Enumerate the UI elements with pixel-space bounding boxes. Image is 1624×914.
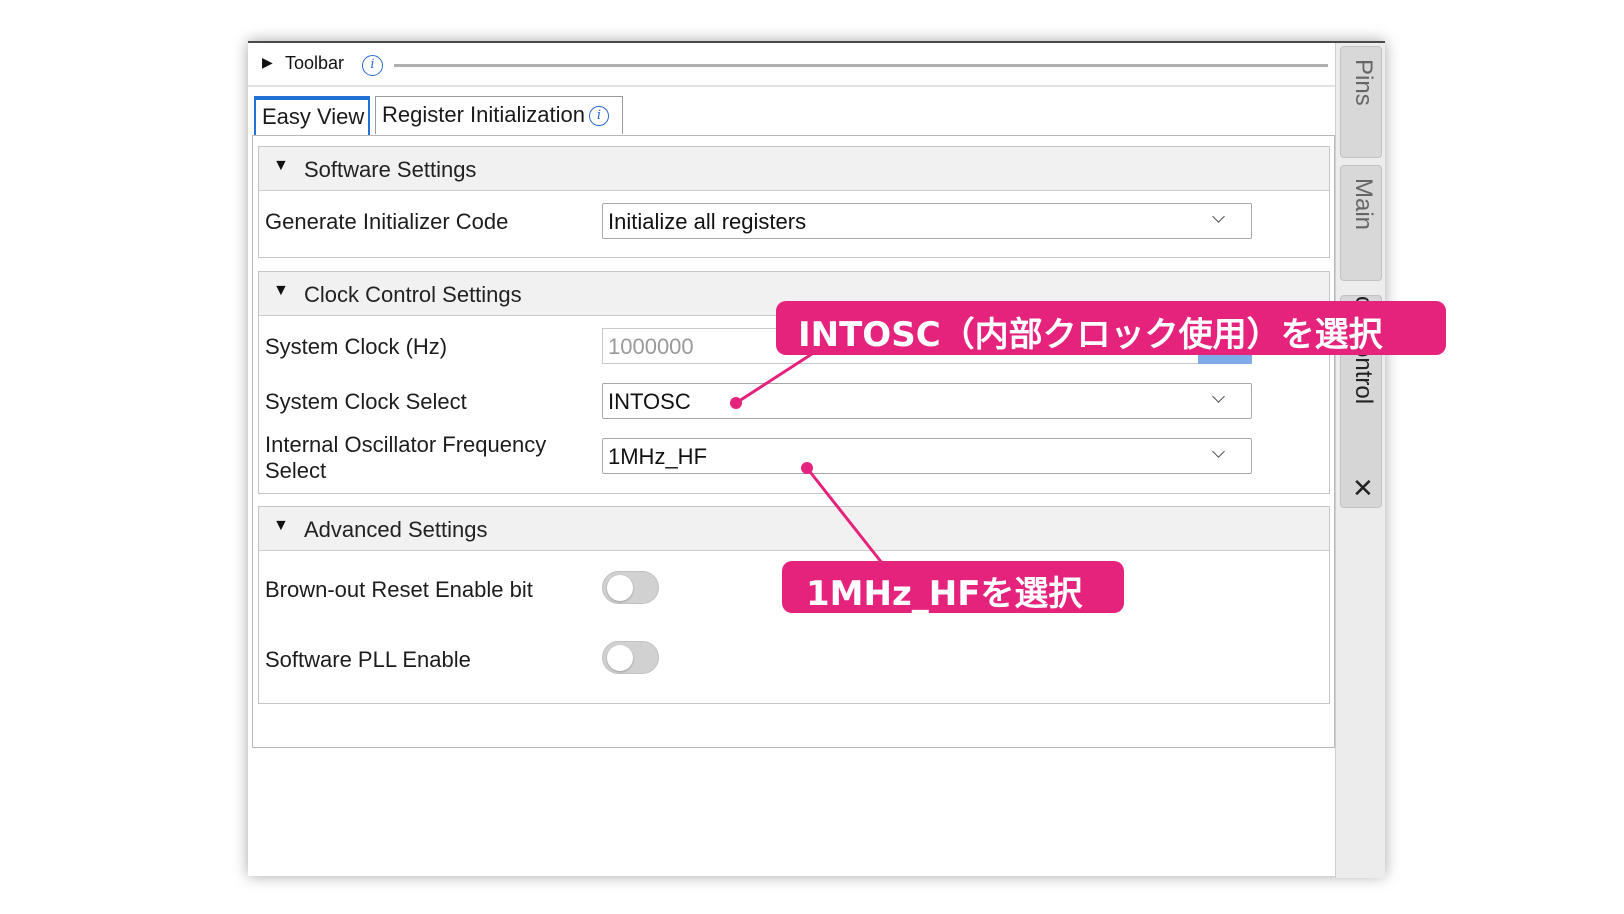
- section-title: Advanced Settings: [304, 517, 488, 542]
- side-panel-tabs: Pins Main ck Control ✕: [1335, 43, 1385, 878]
- side-tab-main[interactable]: Main: [1340, 165, 1382, 281]
- expand-triangle-icon[interactable]: ▶: [262, 54, 273, 71]
- software-settings-section: ▼ Software Settings Generate Initializer…: [258, 146, 1330, 258]
- section-header[interactable]: ▼ Advanced Settings: [259, 507, 1329, 551]
- close-icon[interactable]: ✕: [1352, 473, 1374, 504]
- easy-view-panel: ▼ Software Settings Generate Initializer…: [252, 135, 1335, 748]
- select-value: INTOSC: [608, 389, 691, 414]
- chevron-down-icon: [1212, 210, 1225, 223]
- info-icon[interactable]: i: [588, 106, 609, 126]
- toolbar-row: ▶ Toolbar i: [248, 43, 1335, 85]
- select-value: 1MHz_HF: [608, 444, 708, 469]
- internal-oscillator-frequency-select-label: Internal Oscillator Frequency Select: [265, 432, 547, 483]
- generate-initializer-code-select[interactable]: Initialize all registers: [602, 203, 1252, 239]
- software-pll-enable-toggle[interactable]: [602, 641, 659, 674]
- toggle-knob: [607, 575, 633, 601]
- generate-initializer-code-label: Generate Initializer Code: [265, 209, 509, 234]
- side-tab-pins[interactable]: Pins: [1340, 46, 1382, 158]
- chevron-down-icon: [1212, 445, 1225, 458]
- annotation-callout-1mhz: 1MHz_HFを選択: [782, 561, 1124, 614]
- collapse-triangle-icon[interactable]: ▼: [273, 282, 289, 300]
- section-header[interactable]: ▼ Software Settings: [259, 147, 1329, 191]
- toolbar-label[interactable]: Toolbar: [285, 53, 344, 74]
- select-value: Initialize all registers: [608, 209, 807, 234]
- collapse-triangle-icon[interactable]: ▼: [273, 517, 289, 535]
- brown-out-reset-toggle[interactable]: [602, 571, 659, 604]
- system-clock-hz-label: System Clock (Hz): [265, 334, 448, 359]
- tab-label: Register Initialization: [382, 102, 585, 127]
- collapse-triangle-icon[interactable]: ▼: [273, 157, 289, 175]
- system-clock-select[interactable]: INTOSC: [602, 383, 1252, 419]
- toggle-knob: [607, 645, 633, 671]
- chevron-down-icon: [1212, 390, 1225, 403]
- info-icon[interactable]: i: [362, 55, 383, 76]
- section-title: Software Settings: [304, 157, 477, 182]
- side-tab-label: Main: [1350, 178, 1377, 231]
- side-tab-label: Pins: [1350, 59, 1377, 106]
- tab-label: Easy View: [262, 104, 365, 129]
- field-value: 1000000: [608, 334, 694, 359]
- toolbar-separator: [248, 85, 1335, 87]
- tab-easy-view[interactable]: Easy View: [254, 96, 370, 135]
- software-pll-enable-label: Software PLL Enable: [265, 647, 471, 672]
- annotation-callout-intosc: INTOSC（内部クロック使用）を選択: [776, 301, 1446, 355]
- internal-oscillator-frequency-select[interactable]: 1MHz_HF: [602, 438, 1252, 474]
- system-clock-select-label: System Clock Select: [265, 389, 467, 414]
- clock-control-window: ▶ Toolbar i Easy View Register Initializ…: [248, 41, 1385, 878]
- section-title: Clock Control Settings: [304, 282, 522, 307]
- brown-out-reset-label: Brown-out Reset Enable bit: [265, 577, 533, 602]
- tab-register-initialization[interactable]: Register Initialization i: [375, 96, 623, 134]
- toolbar-divider: [394, 64, 1328, 67]
